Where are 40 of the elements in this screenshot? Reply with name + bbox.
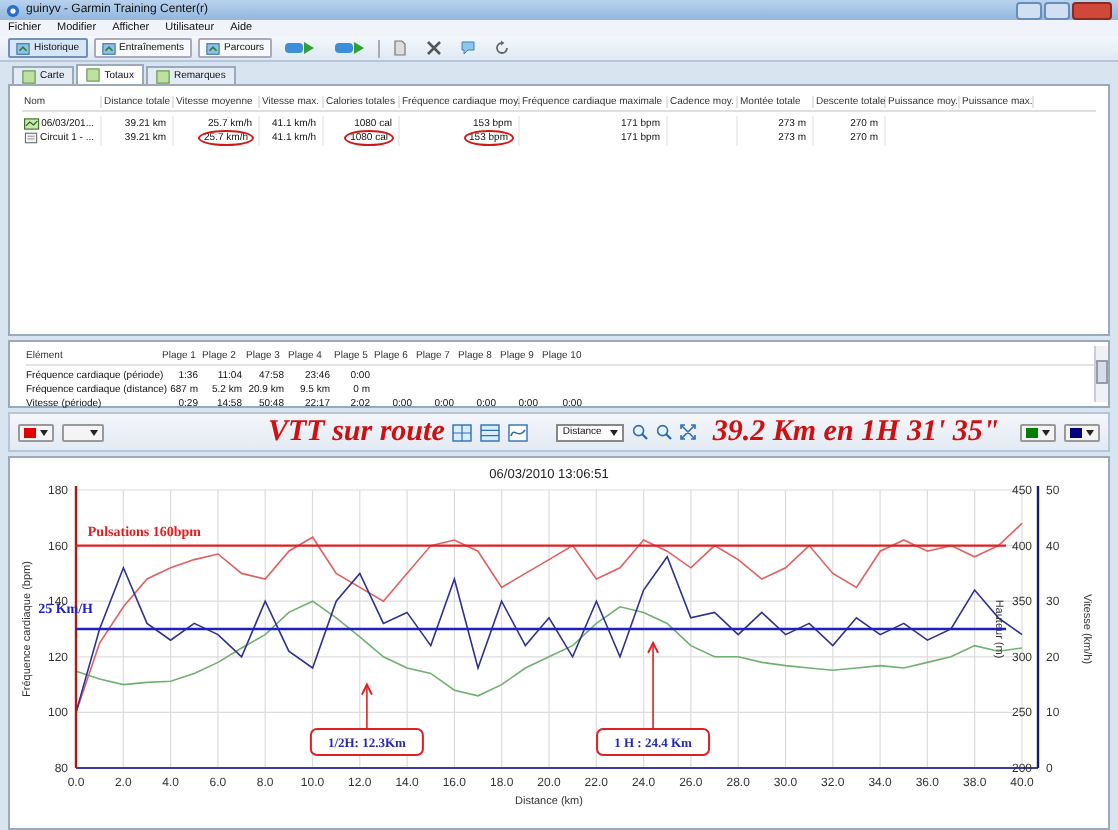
arrow [360,682,373,730]
zoom-in-icon[interactable] [632,424,649,440]
color-picker[interactable] [1064,423,1100,441]
refresh-icon[interactable] [494,40,511,56]
callout-box [596,728,711,756]
picture-icon [101,41,116,55]
close-button[interactable] [1072,1,1112,19]
split-view-icon[interactable] [452,423,473,441]
arrow-right-icon[interactable] [284,40,317,56]
document-icon [24,132,39,145]
color-picker[interactable] [18,423,54,441]
color-picker[interactable] [1020,423,1056,441]
minimize-button[interactable] [1016,1,1042,19]
app-icon [6,3,20,17]
zoom-out-icon[interactable] [656,424,673,440]
maximize-button[interactable] [1044,1,1070,19]
picture-icon [206,41,221,55]
map-icon [24,117,40,130]
caret-icon [90,429,98,435]
speech-bubble-icon[interactable] [460,40,477,56]
caret-icon [610,429,619,435]
color-picker[interactable] [62,423,104,441]
delete-icon[interactable] [426,40,443,56]
ride-summary: 39.2 Km en 1H 31' 35" [712,415,1000,449]
line-chart-icon[interactable] [508,423,529,441]
caret-icon [1042,429,1050,435]
caret-icon [40,429,48,435]
callout-box [309,728,424,756]
fit-icon[interactable] [680,424,697,440]
stacked-view-icon[interactable] [480,423,501,441]
arrow-right-icon[interactable] [334,40,367,56]
picture-icon [16,41,30,55]
tab-icon [155,69,170,83]
document-icon[interactable] [392,40,409,56]
arrow [647,640,660,730]
scrollbar[interactable] [1094,346,1108,402]
tab-icon [22,69,36,83]
chart-title: VTT sur route [268,415,445,449]
caret-icon [1086,429,1094,435]
tab-icon [86,68,101,82]
